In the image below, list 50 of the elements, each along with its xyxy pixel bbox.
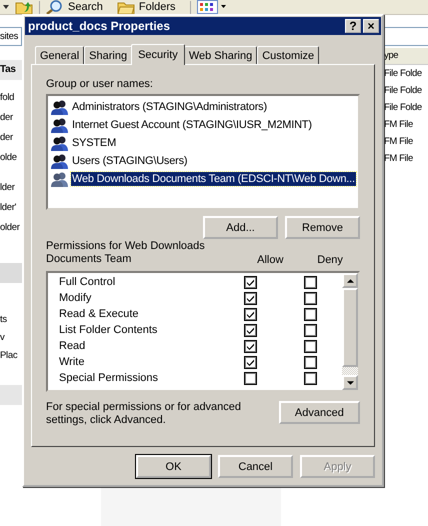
file-type-cell-text: File Folde (384, 84, 423, 98)
add-button[interactable]: Add... (203, 216, 278, 239)
group-label: Group or user names: (46, 78, 154, 90)
window-title: product_docs Properties (28, 19, 172, 33)
permission-name: Full Control (58, 276, 116, 288)
task-link[interactable]: der (0, 128, 22, 148)
allow-header: Allow (256, 254, 284, 266)
advanced-button[interactable]: Advanced (278, 401, 360, 424)
permissions-label: Permissions for Web Downloads Documents Team (46, 240, 206, 266)
dialog-button[interactable]: OK (136, 455, 211, 478)
file-type-cell-text: FM File (384, 135, 414, 149)
dialog-button[interactable]: Cancel (218, 455, 293, 478)
task-link[interactable]: v (0, 329, 22, 347)
deny-header: Deny (316, 254, 344, 266)
permission-name: List Folder Contents (58, 324, 158, 336)
tab[interactable]: Web Sharing (184, 46, 258, 64)
file-type-cell-text: FM File (384, 118, 414, 132)
task-link[interactable]: olde (0, 148, 22, 168)
task-link[interactable]: Plac (0, 347, 22, 365)
tab[interactable]: Security (131, 44, 185, 65)
address-field[interactable]: sites (0, 27, 22, 46)
column-header[interactable]: ype (384, 48, 428, 65)
search-button[interactable]: Search (46, 0, 103, 14)
permission-name: Special Permissions (58, 372, 160, 384)
remove-button[interactable]: Remove (285, 216, 360, 239)
task-link[interactable]: ts (0, 311, 22, 329)
file-type-cell-text: FM File (384, 152, 414, 166)
task-pane-header: Tas (0, 60, 22, 80)
task-link[interactable]: lder (0, 178, 22, 198)
task-link[interactable]: fold (0, 88, 22, 108)
permission-name: Read (58, 340, 86, 352)
user-list-item[interactable]: Internet Guest Account (STAGING\IUSR_M2MINT) (71, 118, 313, 132)
help-button[interactable]: ? (345, 19, 361, 33)
tab[interactable]: General (35, 46, 84, 64)
task-link[interactable]: der (0, 108, 22, 128)
user-list-item[interactable]: SYSTEM (71, 136, 118, 150)
task-link[interactable]: lder' (0, 198, 22, 218)
close-button[interactable]: × (363, 19, 379, 33)
user-list-item[interactable]: Administrators (STAGING\Administrators) (71, 100, 268, 114)
permission-name: Modify (58, 292, 92, 304)
tab[interactable]: Customize (257, 46, 320, 64)
file-type-cell-text: File Folde (384, 67, 423, 81)
task-link[interactable]: older (0, 218, 22, 238)
permission-name: Write (58, 356, 86, 368)
user-list-item[interactable]: Users (STAGING\Users) (71, 154, 188, 168)
advanced-note: For special permissions or for advanced settings, click Advanced. (46, 401, 242, 427)
permission-name: Read & Execute (58, 308, 140, 320)
tab[interactable]: Sharing (84, 46, 132, 64)
file-type-cell-text: File Folde (384, 101, 423, 115)
user-list-item[interactable]: Web Downloads Documents Team (EDSCI-NT\Web Down... (71, 172, 356, 186)
